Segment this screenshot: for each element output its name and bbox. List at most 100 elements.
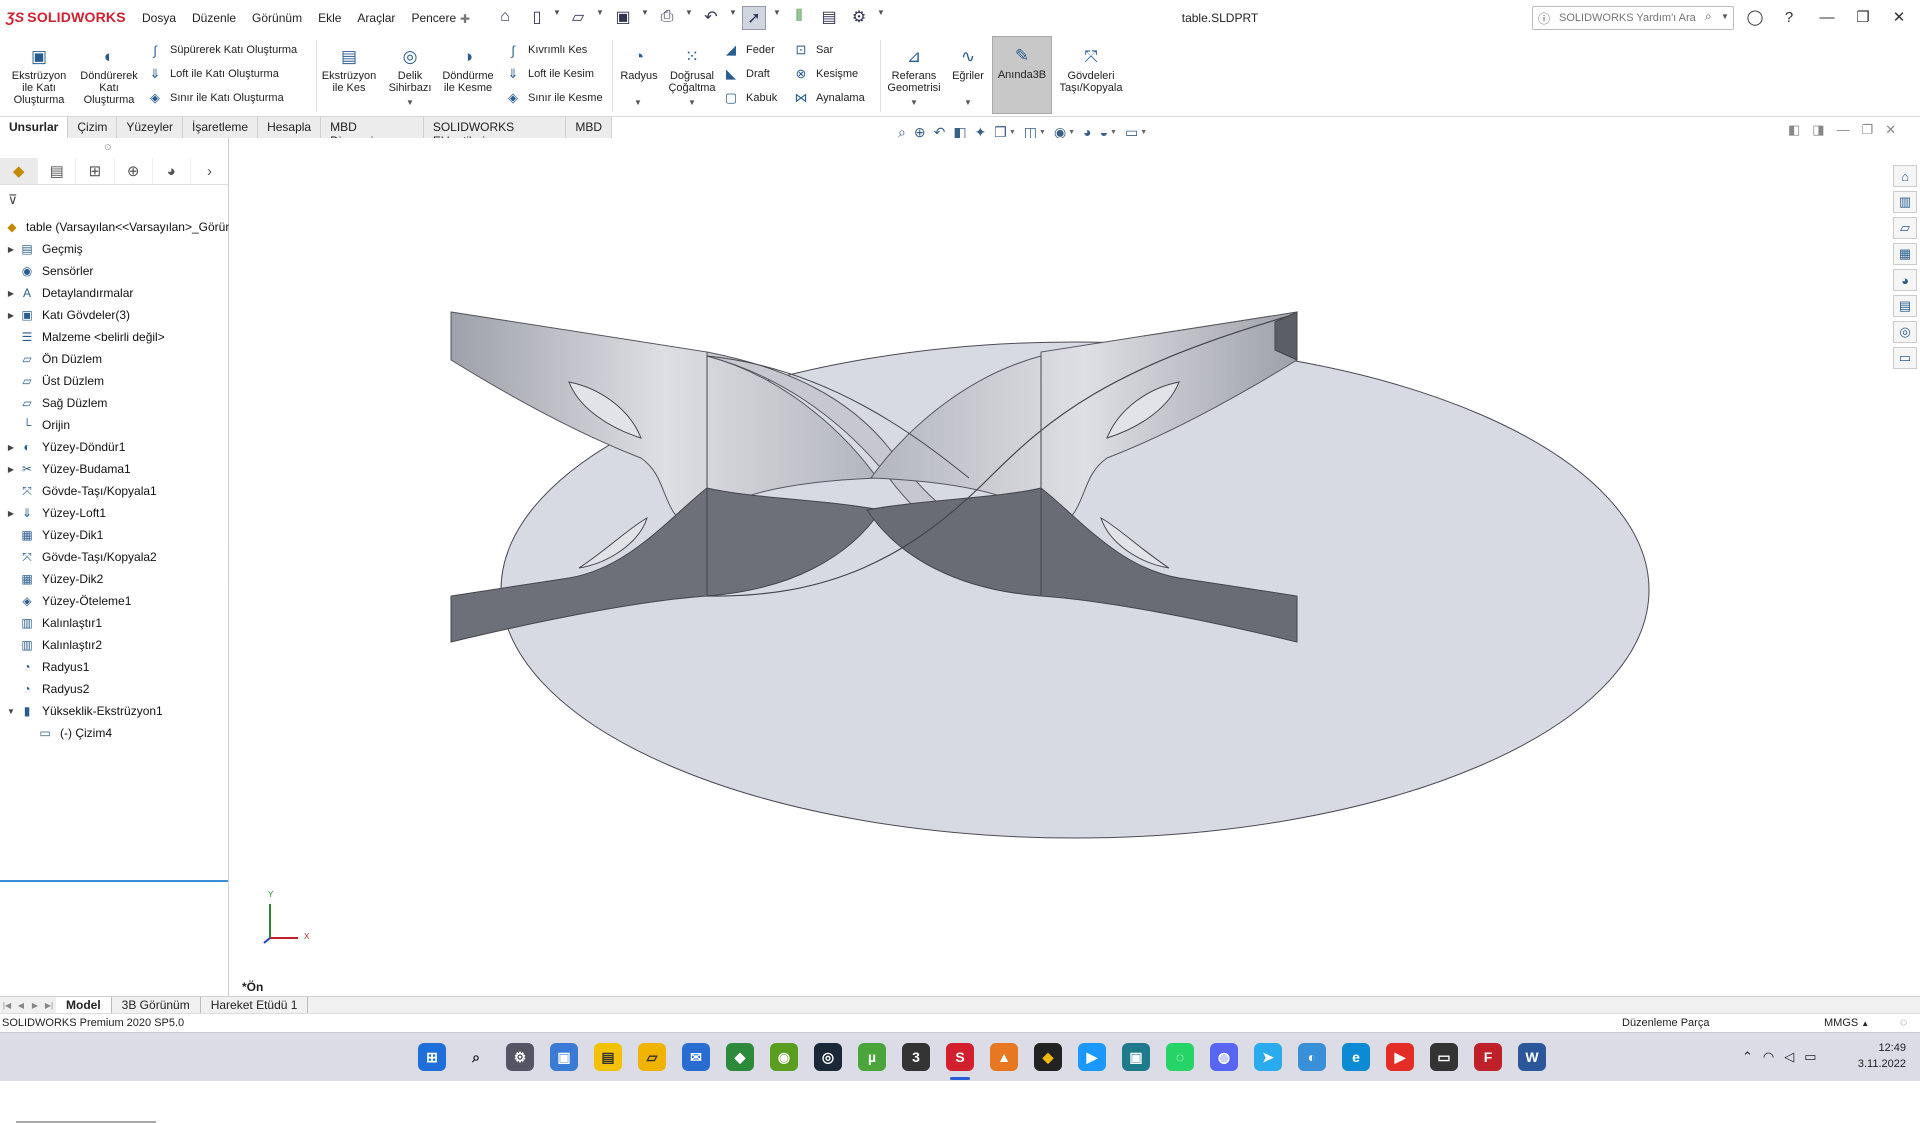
help-search-box[interactable]: ⓘ ⌕ ▼: [1532, 6, 1734, 30]
taskbar-search-icon[interactable]: ⌕: [462, 1043, 490, 1071]
help-search-input[interactable]: [1557, 9, 1711, 27]
help-icon[interactable]: ?: [1772, 6, 1806, 28]
first-tab-arrow-icon[interactable]: |◀: [0, 1001, 14, 1010]
taskbar-steam-icon[interactable]: ◎: [814, 1043, 842, 1071]
restore-window-button[interactable]: ❐: [1846, 6, 1880, 28]
tab-model[interactable]: Model: [56, 997, 112, 1013]
tree-item[interactable]: ▦ Yüzey-Dik1: [0, 524, 228, 546]
tray-chevron-icon[interactable]: ⌃: [1742, 1049, 1753, 1065]
shell-button[interactable]: ▢ Kabuk: [722, 88, 777, 108]
taskbar-nvidia-icon[interactable]: ◉: [770, 1043, 798, 1071]
mirror-button[interactable]: ⋈ Aynalama: [792, 88, 865, 108]
expand-arrow-icon[interactable]: ▶: [4, 443, 18, 452]
panel-grip-icon[interactable]: ⊙: [104, 142, 112, 153]
windows-start-icon[interactable]: ⊞: [418, 1043, 446, 1071]
open-folder-icon[interactable]: ▱: [567, 6, 589, 28]
taskbar-youtube-icon[interactable]: ▶: [1386, 1043, 1414, 1071]
pattern-dropdown-icon[interactable]: ▼: [688, 98, 696, 107]
new-document-icon[interactable]: ▯: [526, 6, 548, 28]
tree-item[interactable]: ▶ ◐ Yüzey-Döndür1: [0, 436, 228, 458]
curves-dropdown-icon[interactable]: ▼: [964, 98, 972, 107]
volume-muted-icon[interactable]: ◁: [1784, 1049, 1794, 1065]
revolve-cut-button[interactable]: ◑ Döndürme ile Kesme: [440, 46, 496, 94]
fillet-button[interactable]: ◔ Radyus: [614, 46, 664, 82]
model-view[interactable]: [229, 138, 1889, 996]
tree-item[interactable]: ▥ Kalınlaştır2: [0, 634, 228, 656]
taskbar-app2-icon[interactable]: ▣: [1122, 1043, 1150, 1071]
tab-mbd[interactable]: MBD: [566, 117, 612, 138]
fillet-dropdown-icon[interactable]: ▼: [634, 98, 642, 107]
rib-button[interactable]: ◢ Feder: [722, 40, 775, 60]
menu-tools[interactable]: Araçlar: [349, 11, 403, 25]
tooltip-toggle-icon[interactable]: ◌: [1900, 1015, 1907, 1029]
next-tab-arrow-icon[interactable]: ▶: [28, 1001, 42, 1010]
battery-icon[interactable]: ▭: [1804, 1049, 1816, 1065]
communication-icon[interactable]: ▭: [1893, 347, 1917, 369]
taskbar-utorrent-icon[interactable]: µ: [858, 1043, 886, 1071]
save-dropdown-icon[interactable]: ▼: [641, 8, 649, 17]
configuration-manager-tab-icon[interactable]: ⊞: [76, 158, 115, 184]
forum-icon[interactable]: ◎: [1893, 321, 1917, 343]
tree-item[interactable]: ▶ A Detaylandırmalar: [0, 282, 228, 304]
undo-icon[interactable]: ↶: [700, 6, 722, 28]
search-icon[interactable]: ⌕: [1705, 9, 1712, 24]
new-dropdown-icon[interactable]: ▼: [553, 8, 561, 17]
last-tab-arrow-icon[interactable]: ▶|: [42, 1001, 56, 1010]
taskbar-prime-video-icon[interactable]: ▶: [1078, 1043, 1106, 1071]
wrap-button[interactable]: ⊡ Sar: [792, 40, 834, 60]
expand-arrow-icon[interactable]: ▶: [4, 311, 18, 320]
tab-addins[interactable]: SOLIDWORKS Eklentileri: [423, 117, 567, 148]
tab-motion-study[interactable]: Hareket Etüdü 1: [201, 997, 309, 1013]
hide-show-dropdown-icon[interactable]: ▼: [1068, 129, 1075, 136]
print-icon[interactable]: ⎙: [656, 6, 678, 28]
tree-item[interactable]: ▦ Yüzey-Dik2: [0, 568, 228, 590]
taskbar-f1-icon[interactable]: F: [1474, 1043, 1502, 1071]
save-icon[interactable]: ▣: [612, 6, 634, 28]
tab-features[interactable]: Unsurlar: [0, 117, 69, 138]
tree-item[interactable]: ▶ ▣ Katı Gövdeler(3): [0, 304, 228, 326]
tab-mbd-dimensions[interactable]: MBD Dimensions: [321, 117, 424, 148]
tab-sketch[interactable]: Çizim: [68, 117, 118, 138]
tree-item[interactable]: ⤧ Gövde-Taşı/Kopyala1: [0, 480, 228, 502]
instant3d-button[interactable]: ✎ Anında3B: [992, 36, 1052, 114]
file-explorer-icon[interactable]: ▱: [1893, 217, 1917, 239]
menu-edit[interactable]: Düzenle: [184, 11, 244, 25]
select-dropdown-icon[interactable]: ▼: [773, 8, 781, 17]
select-pointer-icon[interactable]: ➚: [742, 6, 766, 30]
viewport-restore-icon[interactable]: ❐: [1862, 122, 1874, 138]
tree-item[interactable]: ◈ Yüzey-Öteleme1: [0, 590, 228, 612]
extrude-boss-button[interactable]: ▣ Ekstrüzyon ile Katı Oluşturma: [6, 46, 72, 106]
prev-tab-arrow-icon[interactable]: ◀: [14, 1001, 28, 1010]
taskbar-whatsapp-icon[interactable]: ◌: [1166, 1043, 1194, 1071]
menu-view[interactable]: Görünüm: [244, 11, 310, 25]
graphics-area[interactable]: *Ön: [229, 138, 1889, 996]
open-dropdown-icon[interactable]: ▼: [596, 8, 604, 17]
expand-arrow-icon[interactable]: ▶: [4, 289, 18, 298]
taskbar-binance-icon[interactable]: ◆: [1034, 1043, 1062, 1071]
tree-item[interactable]: ▱ Üst Düzlem: [0, 370, 228, 392]
taskbar-discord-icon[interactable]: ◍: [1210, 1043, 1238, 1071]
taskbar-app3-icon[interactable]: ◐: [1298, 1043, 1326, 1071]
minimize-window-button[interactable]: —: [1810, 6, 1844, 28]
print-dropdown-icon[interactable]: ▼: [685, 8, 693, 17]
display-style-dropdown-icon[interactable]: ▼: [1039, 129, 1046, 136]
tree-item[interactable]: ▱ Sağ Düzlem: [0, 392, 228, 414]
hole-wizard-button[interactable]: ◎ Delik Sihirbazı: [384, 46, 436, 94]
boundary-boss-button[interactable]: ◈ Sınır ile Katı Oluşturma: [146, 88, 284, 108]
rebuild-icon[interactable]: ⦀: [788, 6, 810, 28]
loft-boss-button[interactable]: ⇓ Loft ile Katı Oluşturma: [146, 64, 279, 84]
tree-item[interactable]: ▶ ✂ Yüzey-Budama1: [0, 458, 228, 480]
linear-pattern-button[interactable]: ⁙ Doğrusal Çoğaltma: [664, 46, 720, 94]
close-window-button[interactable]: ✕: [1882, 6, 1916, 28]
tree-item[interactable]: ◔ Radyus2: [0, 678, 228, 700]
collapse-right-icon[interactable]: ◨: [1812, 122, 1824, 138]
solidworks-resources-icon[interactable]: ⌂: [1893, 165, 1917, 187]
pin-icon[interactable]: ✚: [454, 8, 476, 30]
revolve-boss-button[interactable]: ◐ Döndürerek Katı Oluşturma: [74, 46, 144, 106]
unit-system-selector[interactable]: MMGS ▲: [1824, 1017, 1869, 1029]
tab-surfaces[interactable]: Yüzeyler: [117, 117, 184, 138]
tree-item[interactable]: ⤧ Gövde-Taşı/Kopyala2: [0, 546, 228, 568]
tree-item[interactable]: ◔ Radyus1: [0, 656, 228, 678]
loft-cut-button[interactable]: ⇓ Loft ile Kesim: [504, 64, 594, 84]
filter-icon[interactable]: ⊽: [8, 192, 18, 208]
